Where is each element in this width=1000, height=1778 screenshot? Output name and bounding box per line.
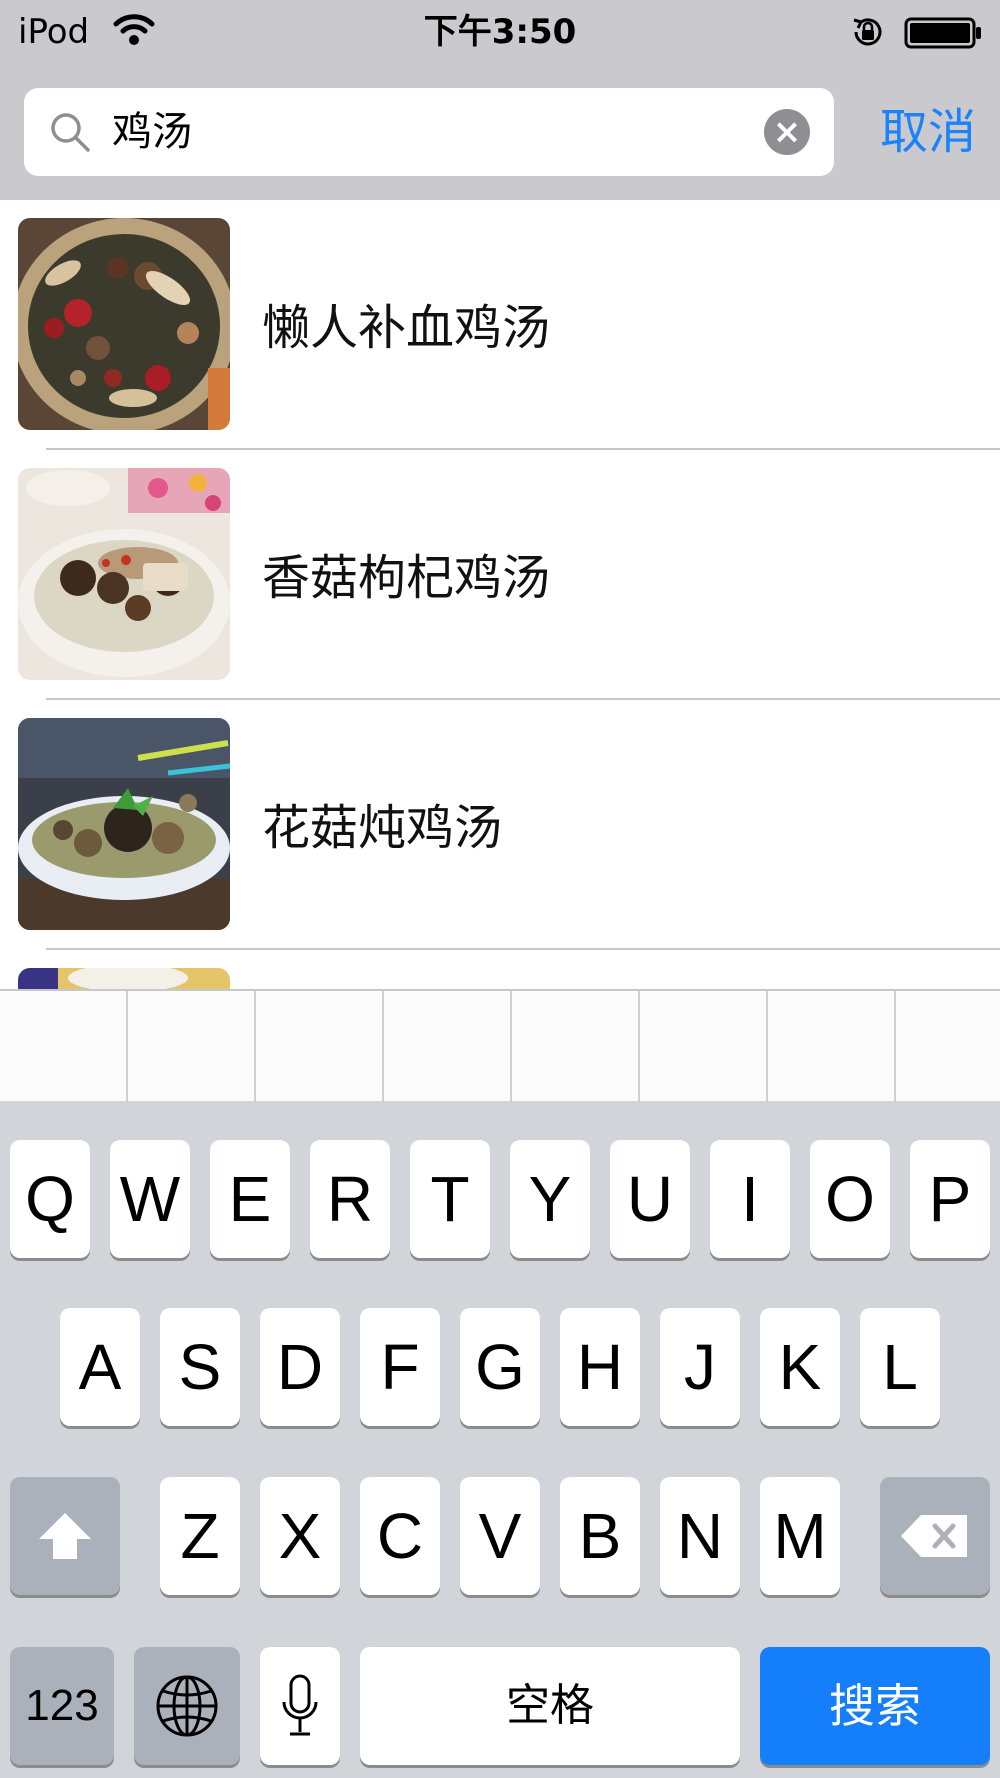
- key-r[interactable]: R: [310, 1140, 390, 1258]
- key-v[interactable]: V: [460, 1477, 540, 1595]
- recipe-title: 香菇枸杞鸡汤: [262, 550, 551, 606]
- candidate-cell[interactable]: [640, 991, 768, 1103]
- key-z[interactable]: Z: [160, 1477, 240, 1595]
- key-m[interactable]: M: [760, 1477, 840, 1595]
- keyboard: Q W E R T Y U I O P A S D F G H J K L Z …: [0, 1101, 1000, 1778]
- clear-icon[interactable]: ×: [764, 109, 810, 155]
- key-g[interactable]: G: [460, 1308, 540, 1426]
- recipe-thumbnail: [18, 468, 230, 680]
- key-f[interactable]: F: [360, 1308, 440, 1426]
- status-bar: iPod 下午3:50: [0, 0, 1000, 64]
- search-key[interactable]: 搜索: [760, 1647, 990, 1765]
- microphone-icon: [282, 1674, 318, 1736]
- key-h[interactable]: H: [560, 1308, 640, 1426]
- key-d[interactable]: D: [260, 1308, 340, 1426]
- shift-key[interactable]: [10, 1477, 120, 1595]
- delete-key[interactable]: [880, 1477, 990, 1595]
- battery-icon: [904, 17, 981, 49]
- key-l[interactable]: L: [860, 1308, 940, 1426]
- search-icon: [51, 113, 90, 152]
- search-query[interactable]: 鸡汤: [112, 106, 192, 158]
- key-u[interactable]: U: [610, 1140, 690, 1258]
- key-i[interactable]: I: [710, 1140, 790, 1258]
- cancel-button[interactable]: 取消: [868, 92, 988, 172]
- key-p[interactable]: P: [910, 1140, 990, 1258]
- result-list: 懒人补血鸡汤 香菇枸杞鸡汤 花菇炖鸡汤: [0, 200, 1000, 990]
- key-a[interactable]: A: [60, 1308, 140, 1426]
- search-header: iPod 下午3:50 鸡汤 × 取消: [0, 0, 1000, 200]
- candidate-cell[interactable]: [512, 991, 640, 1103]
- recipe-thumbnail: [18, 718, 230, 930]
- search-input[interactable]: 鸡汤 ×: [24, 88, 834, 176]
- key-n[interactable]: N: [660, 1477, 740, 1595]
- key-s[interactable]: S: [160, 1308, 240, 1426]
- key-k[interactable]: K: [760, 1308, 840, 1426]
- candidate-cell[interactable]: [768, 991, 896, 1103]
- key-y[interactable]: Y: [510, 1140, 590, 1258]
- candidate-cell[interactable]: [128, 991, 256, 1103]
- recipe-thumbnail: [18, 218, 230, 430]
- list-item[interactable]: 懒人补血鸡汤: [0, 200, 1000, 450]
- key-w[interactable]: W: [110, 1140, 190, 1258]
- key-q[interactable]: Q: [10, 1140, 90, 1258]
- key-t[interactable]: T: [410, 1140, 490, 1258]
- globe-icon: [156, 1675, 218, 1737]
- recipe-thumbnail: [18, 968, 230, 990]
- candidate-bar: [0, 989, 1000, 1103]
- list-item[interactable]: 花菇炖鸡汤: [0, 700, 1000, 950]
- recipe-title: 花菇炖鸡汤: [262, 800, 503, 856]
- key-o[interactable]: O: [810, 1140, 890, 1258]
- key-b[interactable]: B: [560, 1477, 640, 1595]
- key-e[interactable]: E: [210, 1140, 290, 1258]
- candidate-cell[interactable]: [896, 991, 1000, 1103]
- list-item[interactable]: 香菇枸杞鸡汤: [0, 450, 1000, 700]
- key-j[interactable]: J: [660, 1308, 740, 1426]
- candidate-cell[interactable]: [0, 991, 128, 1103]
- delete-icon: [901, 1515, 967, 1557]
- candidate-cell[interactable]: [384, 991, 512, 1103]
- list-item[interactable]: [0, 950, 1000, 990]
- shift-icon: [39, 1513, 91, 1559]
- numbers-key[interactable]: 123: [10, 1647, 114, 1765]
- recipe-title: 懒人补血鸡汤: [262, 300, 551, 356]
- candidate-cell[interactable]: [256, 991, 384, 1103]
- rotation-lock-icon: [853, 18, 882, 46]
- microphone-key[interactable]: [260, 1647, 340, 1765]
- space-key[interactable]: 空格: [360, 1647, 740, 1765]
- key-x[interactable]: X: [260, 1477, 340, 1595]
- key-c[interactable]: C: [360, 1477, 440, 1595]
- globe-key[interactable]: [134, 1647, 240, 1765]
